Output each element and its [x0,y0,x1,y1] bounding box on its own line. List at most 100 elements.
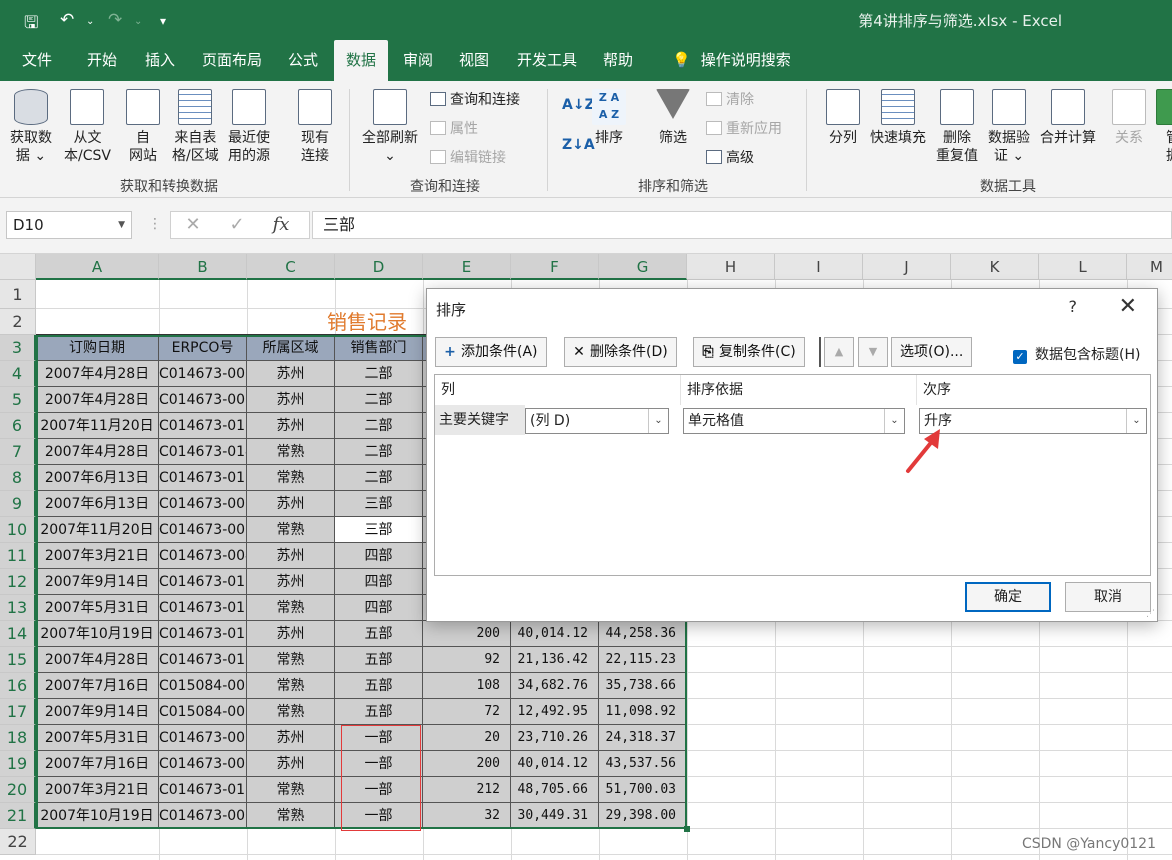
table-cell[interactable]: 五部 [335,699,423,725]
row-header-10[interactable]: 10 [0,517,36,543]
table-cell[interactable]: 40,014.12 [511,751,599,777]
column-header-l[interactable]: L [1039,254,1127,280]
table-cell[interactable]: 三部 [335,517,423,543]
row-header-2[interactable]: 2 [0,309,36,335]
table-cell[interactable]: C014673-002 [159,517,247,543]
table-cell[interactable]: C014673-013 [159,777,247,803]
table-cell[interactable]: 2007年11月20日 [36,413,159,439]
table-cell[interactable]: 24,318.37 [599,725,687,751]
select-all-corner[interactable] [0,254,36,280]
table-cell[interactable]: 常熟 [247,699,335,725]
table-cell[interactable]: 200 [423,751,511,777]
table-cell[interactable]: 23,710.26 [511,725,599,751]
tab-developer[interactable]: 开发工具 [505,40,589,81]
copy-level-button[interactable]: ⎘ 复制条件(C) [693,337,805,367]
table-cell[interactable]: 12,492.95 [511,699,599,725]
table-cell[interactable]: 2007年7月16日 [36,673,159,699]
table-cell[interactable]: 22,115.23 [599,647,687,673]
table-cell[interactable]: 二部 [335,465,423,491]
row-header-22[interactable]: 22 [0,829,36,855]
table-cell[interactable]: 常熟 [247,647,335,673]
tab-view[interactable]: 视图 [447,40,501,81]
table-cell[interactable]: 常熟 [247,465,335,491]
row-header-15[interactable]: 15 [0,647,36,673]
row-header-20[interactable]: 20 [0,777,36,803]
table-cell[interactable]: C014673-014 [159,439,247,465]
table-cell[interactable]: 一部 [335,751,423,777]
row-header-21[interactable]: 21 [0,803,36,829]
flash-fill-button[interactable]: 快速填充 [870,89,926,147]
table-cell[interactable]: 200 [423,621,511,647]
tab-review[interactable]: 审阅 [391,40,445,81]
table-cell[interactable]: C015084-002 [159,699,247,725]
table-cell[interactable]: 苏州 [247,543,335,569]
table-cell[interactable]: 2007年9月14日 [36,699,159,725]
table-cell[interactable]: 51,700.03 [599,777,687,803]
row-header-5[interactable]: 5 [0,387,36,413]
column-header-e[interactable]: E [423,254,511,280]
table-cell[interactable]: 二部 [335,413,423,439]
refresh-all-button[interactable]: 全部刷新 ⌄ [362,89,418,165]
table-header-cell[interactable]: ERPCO号 [159,335,247,361]
table-cell[interactable]: C014673-010 [159,569,247,595]
tab-help[interactable]: 帮助 [591,40,645,81]
table-cell[interactable]: 一部 [335,725,423,751]
from-csv-button[interactable]: 从文 本/CSV [64,89,111,165]
row-header-4[interactable]: 4 [0,361,36,387]
cancel-button[interactable]: 取消 [1065,582,1151,612]
table-cell[interactable]: 四部 [335,595,423,621]
table-cell[interactable]: 苏州 [247,361,335,387]
table-cell[interactable]: 2007年4月28日 [36,647,159,673]
row-header-18[interactable]: 18 [0,725,36,751]
delete-level-button[interactable]: ✕ 删除条件(D) [564,337,677,367]
close-icon[interactable]: ✕ [1119,294,1137,319]
table-cell[interactable]: 苏州 [247,387,335,413]
row-header-13[interactable]: 13 [0,595,36,621]
column-header-k[interactable]: K [951,254,1039,280]
table-cell[interactable]: 2007年4月28日 [36,439,159,465]
table-header-cell[interactable]: 订购日期 [36,335,159,361]
table-cell[interactable]: 48,705.66 [511,777,599,803]
recent-sources-button[interactable]: 最近使 用的源 [228,89,270,165]
sort-on-select[interactable]: 单元格值 ⌄ [683,408,905,434]
table-cell[interactable]: 常熟 [247,777,335,803]
get-data-button[interactable]: 获取数 据 ⌄ [10,89,52,165]
column-header-j[interactable]: J [863,254,951,280]
column-header-d[interactable]: D [335,254,423,280]
tab-home[interactable]: 开始 [75,40,129,81]
table-cell[interactable]: 2007年5月31日 [36,725,159,751]
has-headers-checkbox[interactable]: ✓ 数据包含标题(H) [1013,344,1140,364]
from-web-button[interactable]: 自 网站 [126,89,160,165]
table-cell[interactable]: 43,537.56 [599,751,687,777]
table-cell[interactable]: 四部 [335,569,423,595]
column-header-g[interactable]: G [599,254,687,280]
table-cell[interactable]: 五部 [335,673,423,699]
table-cell[interactable]: C014673-005 [159,361,247,387]
table-cell[interactable]: 2007年9月14日 [36,569,159,595]
table-cell[interactable]: 二部 [335,439,423,465]
order-select[interactable]: 升序 ⌄ [919,408,1147,434]
chevron-down-icon[interactable]: ⌄ [648,409,668,433]
table-cell[interactable]: 2007年10月19日 [36,803,159,829]
table-cell[interactable]: C014673-012 [159,413,247,439]
chevron-down-icon[interactable]: ▼ [118,212,125,238]
table-cell[interactable]: C014673-015 [159,647,247,673]
table-cell[interactable]: 2007年6月13日 [36,491,159,517]
table-cell[interactable]: 32 [423,803,511,829]
add-level-button[interactable]: + 添加条件(A) [435,337,547,367]
table-cell[interactable]: 苏州 [247,413,335,439]
table-cell[interactable]: C014673-008 [159,491,247,517]
fx-icon[interactable]: fx [259,212,303,238]
row-header-19[interactable]: 19 [0,751,36,777]
column-header-f[interactable]: F [511,254,599,280]
table-cell[interactable]: 苏州 [247,491,335,517]
table-cell[interactable]: 72 [423,699,511,725]
table-cell[interactable]: 一部 [335,777,423,803]
tell-me-search[interactable]: 💡 操作说明搜索 [660,40,803,81]
table-cell[interactable]: 常熟 [247,673,335,699]
table-cell[interactable]: 2007年6月13日 [36,465,159,491]
data-validation-button[interactable]: 数据验 证 ⌄ [988,89,1030,165]
column-header-h[interactable]: H [687,254,775,280]
column-header-c[interactable]: C [247,254,335,280]
undo-dropdown-icon[interactable]: ⌄ [86,16,94,27]
